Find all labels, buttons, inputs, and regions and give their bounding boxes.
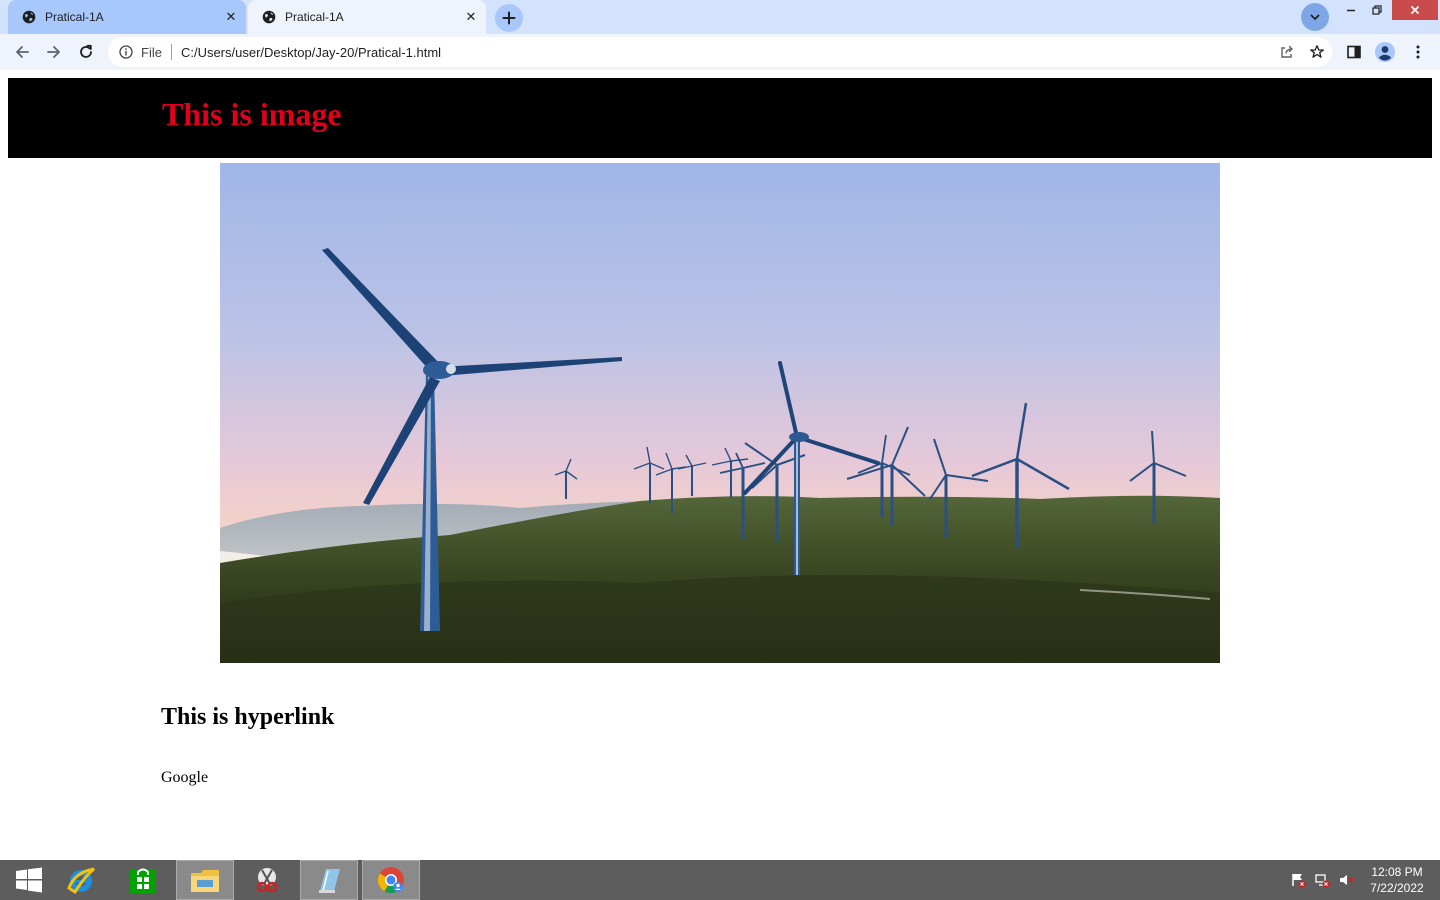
taskbar-file-explorer[interactable]: [176, 860, 234, 900]
clock-time: 12:08 PM: [1371, 865, 1423, 879]
more-vert-icon: [1416, 45, 1420, 59]
minimize-icon: [1347, 9, 1355, 12]
volume-muted-icon[interactable]: [1336, 870, 1356, 890]
restore-icon: [1372, 5, 1382, 15]
chevron-down-icon: [1310, 14, 1320, 21]
tab-title: Pratical-1A: [45, 10, 104, 24]
browser-toolbar: File C:/Users/user/Desktop/Jay-20/Pratic…: [0, 34, 1440, 70]
side-panel-icon: [1347, 45, 1361, 59]
taskbar-store[interactable]: [114, 860, 172, 900]
profile-button[interactable]: [1371, 38, 1399, 66]
close-tab-icon[interactable]: ✕: [460, 9, 482, 25]
taskbar-chrome[interactable]: [362, 860, 420, 900]
taskbar-snipping-tool[interactable]: [238, 860, 296, 900]
tab-pratical-1a-active[interactable]: Pratical-1A ✕: [8, 0, 246, 34]
file-explorer-icon: [191, 870, 219, 892]
restore-button[interactable]: [1367, 0, 1387, 20]
store-icon: [130, 868, 156, 893]
arrow-right-icon: [47, 46, 60, 58]
chrome-icon: [377, 867, 404, 894]
divider: [170, 44, 172, 60]
windows-start-icon: [16, 867, 42, 893]
tab-strip: Pratical-1A ✕ Pratical-1A ✕: [0, 0, 1440, 34]
close-window-button[interactable]: [1392, 0, 1438, 20]
tab-search-button[interactable]: [1301, 3, 1329, 31]
taskbar-internet-explorer[interactable]: [52, 860, 110, 900]
plus-icon: [502, 11, 516, 25]
internet-explorer-icon: [67, 867, 95, 895]
url-text[interactable]: C:/Users/user/Desktop/Jay-20/Pratical-1.…: [181, 45, 1272, 60]
wind-turbines-image: [220, 163, 1220, 663]
taskbar-clock[interactable]: 12:08 PM 7/22/2022: [1360, 864, 1434, 896]
network-icon[interactable]: [1312, 870, 1332, 890]
minimize-button[interactable]: [1341, 0, 1361, 20]
close-tab-icon[interactable]: ✕: [220, 9, 242, 25]
page-viewport: This is image This is hyperlink Google: [0, 70, 1440, 860]
star-icon[interactable]: [1302, 37, 1332, 67]
taskbar-notepad[interactable]: [300, 860, 358, 900]
back-button[interactable]: [8, 38, 36, 66]
clock-date: 7/22/2022: [1370, 881, 1424, 895]
google-link[interactable]: Google: [161, 769, 208, 787]
notepad-icon: [319, 869, 340, 893]
address-bar[interactable]: File C:/Users/user/Desktop/Jay-20/Pratic…: [108, 37, 1332, 67]
profile-icon: [1375, 42, 1395, 62]
forward-button[interactable]: [40, 38, 68, 66]
globe-icon: [22, 10, 36, 24]
arrow-left-icon: [16, 46, 29, 58]
windows-taskbar: 12:08 PM 7/22/2022: [0, 860, 1440, 900]
banner-heading: This is image: [162, 96, 342, 132]
close-icon: [1410, 5, 1420, 15]
globe-icon: [262, 10, 276, 24]
snipping-tool-icon: [256, 868, 278, 893]
start-button[interactable]: [0, 860, 58, 900]
info-icon[interactable]: [119, 45, 133, 59]
new-tab-button[interactable]: [495, 4, 523, 32]
more-options-button[interactable]: [1404, 38, 1432, 66]
reload-button[interactable]: [72, 38, 100, 66]
tab-pratical-1a[interactable]: Pratical-1A ✕: [248, 0, 486, 34]
hyperlink-heading: This is hyperlink: [161, 704, 335, 730]
side-panel-button[interactable]: [1340, 38, 1368, 66]
reload-icon: [80, 44, 92, 58]
url-scheme-label: File: [141, 44, 162, 60]
tab-title: Pratical-1A: [285, 10, 344, 24]
action-center-icon[interactable]: [1288, 870, 1308, 890]
share-icon[interactable]: [1272, 37, 1302, 67]
header-banner: This is image: [8, 78, 1432, 158]
